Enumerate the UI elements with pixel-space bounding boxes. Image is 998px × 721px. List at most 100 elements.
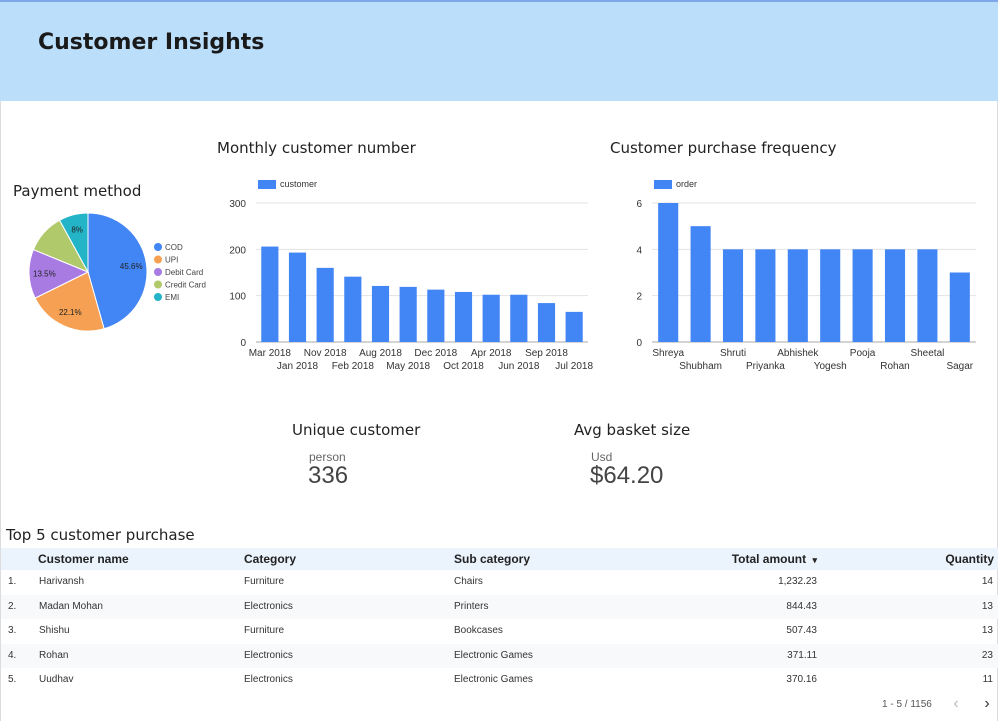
payment-method-chart[interactable]: 45.6% 22.1% 13.5% 8% COD UPI Debit Card Credit … — [20, 205, 220, 335]
payment-pie-svg[interactable]: 45.6% 22.1% 13.5% 8% COD UPI Debit Card Credit … — [20, 205, 220, 335]
bar-shubham[interactable] — [690, 226, 711, 342]
x-tick-label: Yogesh — [814, 361, 847, 372]
cell-category: Furniture — [244, 576, 285, 587]
x-tick-label: Jul 2018 — [555, 361, 593, 372]
col-total-amount-label: Total amount — [731, 552, 807, 566]
col-customer-name[interactable]: Customer name — [38, 552, 129, 566]
payment-method-title: Payment method — [13, 182, 142, 200]
frequency-bar-svg[interactable]: 0 2 4 6 Shreya Shubham ShrutiPriyanka Abhishek Y… — [618, 172, 988, 377]
x-tick-label: Feb 2018 — [332, 361, 375, 372]
prev-page-icon[interactable]: ‹ — [947, 695, 965, 713]
legend-label: EMI — [165, 293, 179, 302]
bar-jun-2018[interactable] — [510, 294, 528, 342]
cell-quantity: 11 — [982, 674, 993, 685]
bar-jan-2018[interactable] — [288, 252, 307, 342]
x-tick-label: Rohan — [880, 361, 909, 372]
table-row[interactable]: 1. Harivansh Furniture Chairs 1,232.23 14 — [1, 570, 998, 594]
monthly-customer-chart[interactable]: 0 100 200 300 Mar 2018 Jan 2018 Nov 2018 Feb 20… — [220, 172, 595, 377]
row-index: 2. — [8, 600, 17, 612]
x-tick-label: Oct 2018 — [443, 361, 484, 372]
x-tick-label: Aug 2018 — [359, 348, 402, 359]
col-category[interactable]: Category — [244, 552, 296, 566]
legend-dot — [154, 280, 162, 289]
pie-value-label: 22.1% — [59, 308, 82, 317]
y-tick-label: 200 — [229, 245, 246, 256]
bar-sheetal[interactable] — [917, 249, 938, 342]
table-row[interactable]: 2. Madan Mohan Electronics Printers 844.43 13 — [1, 594, 998, 619]
x-tick-label: Abhishek — [777, 348, 819, 359]
legend-label: UPI — [165, 256, 178, 265]
x-tick-label: Apr 2018 — [471, 348, 512, 359]
table-row[interactable]: 4. Rohan Electronics Electronic Games 371.11… — [1, 643, 998, 668]
unique-customer-value: 336 — [308, 462, 349, 489]
row-index: 1. — [8, 576, 17, 587]
next-page-icon[interactable]: › — [978, 695, 996, 713]
col-total-amount[interactable]: Total amount ▾ — [732, 552, 817, 566]
cell-customer-name: Rohan — [39, 649, 69, 661]
cell-category: Furniture — [244, 625, 285, 636]
bar-priyanka[interactable] — [755, 249, 776, 342]
bar-mar-2018[interactable] — [261, 246, 279, 342]
cell-quantity: 23 — [981, 649, 993, 661]
cell-category: Electronics — [244, 600, 293, 612]
pagination-label: 1 - 5 / 1156 — [882, 699, 932, 710]
bar-sep-2018[interactable] — [537, 303, 556, 342]
x-tick-label: Nov 2018 — [304, 348, 347, 359]
y-tick-label: 100 — [229, 292, 246, 303]
table-title: Top 5 customer purchase — [6, 526, 195, 544]
bar-rohan[interactable] — [884, 249, 906, 342]
bar-feb-2018[interactable] — [344, 276, 362, 342]
bar-oct-2018[interactable] — [454, 291, 473, 342]
y-tick-label: 2 — [636, 292, 642, 303]
cell-customer-name: Harivansh — [39, 576, 85, 587]
cell-customer-name: Shishu — [39, 625, 70, 636]
page-header: Customer Insights — [0, 2, 998, 101]
cell-sub-category: Electronic Games — [454, 649, 533, 661]
col-quantity[interactable]: Quantity — [945, 552, 994, 566]
cell-customer-name: Madan Mohan — [39, 600, 103, 612]
purchase-frequency-chart[interactable]: 0 2 4 6 Shreya Shubham Shruti Priyanka Abhishek Y… — [618, 172, 988, 377]
col-sub-category[interactable]: Sub category — [454, 552, 530, 566]
x-tick-label: Shubham — [679, 361, 722, 372]
cell-quantity: 14 — [981, 576, 993, 587]
avg-basket-value: $64.20 — [590, 462, 664, 489]
x-tick-label: Shreya — [652, 348, 684, 359]
cell-quantity: 13 — [981, 625, 993, 636]
bar-dec-2018[interactable] — [427, 289, 445, 342]
x-tick-label: Sheetal — [910, 348, 944, 359]
table-row[interactable]: 5. Uudhav Electronics Electronic Games 370.1… — [1, 668, 998, 692]
bar-apr-2018[interactable] — [482, 294, 500, 342]
avg-basket-title: Avg basket size — [574, 421, 691, 439]
y-tick-label: 300 — [229, 199, 246, 210]
row-index: 4. — [8, 649, 17, 661]
bar-nov-2018[interactable] — [316, 267, 334, 342]
bar-shruti[interactable] — [722, 249, 744, 342]
legend-label: order — [676, 179, 697, 189]
x-tick-label: Priyanka — [746, 361, 785, 372]
cell-quantity: 13 — [981, 600, 993, 612]
x-tick-label: Sagar — [946, 361, 973, 372]
page-title: Customer Insights — [38, 30, 265, 55]
monthly-bar-svg[interactable]: 0 100 200 300 Mar 2018 Jan 2018 Nov 2018 Feb 20… — [220, 172, 595, 377]
bar-shreya[interactable] — [658, 203, 679, 342]
purchase-frequency-title: Customer purchase frequency — [610, 139, 837, 157]
bar-aug-2018[interactable] — [371, 285, 390, 342]
legend-swatch — [654, 180, 672, 189]
cell-total-amount: 844.43 — [786, 600, 817, 612]
cell-sub-category: Electronic Games — [454, 674, 533, 685]
bar-abhishek[interactable] — [787, 249, 808, 342]
bar-sagar[interactable] — [949, 272, 970, 343]
bar-yogesh[interactable] — [820, 249, 841, 342]
table-row[interactable]: 3. Shishu Furniture Bookcases 507.43 13 — [1, 619, 998, 643]
legend-swatch — [258, 180, 276, 189]
bar-pooja[interactable] — [852, 249, 873, 342]
monthly-customer-title: Monthly customer number — [217, 139, 416, 157]
legend-dot — [154, 268, 162, 276]
legend-label: Credit Card — [165, 281, 206, 290]
x-tick-label: May 2018 — [386, 361, 430, 372]
x-tick-label: Jan 2018 — [277, 361, 319, 372]
cell-category: Electronics — [244, 649, 293, 661]
bar-may-2018[interactable] — [399, 286, 417, 342]
bar-jul-2018[interactable] — [565, 311, 583, 342]
x-tick-label: Mar 2018 — [249, 348, 292, 359]
